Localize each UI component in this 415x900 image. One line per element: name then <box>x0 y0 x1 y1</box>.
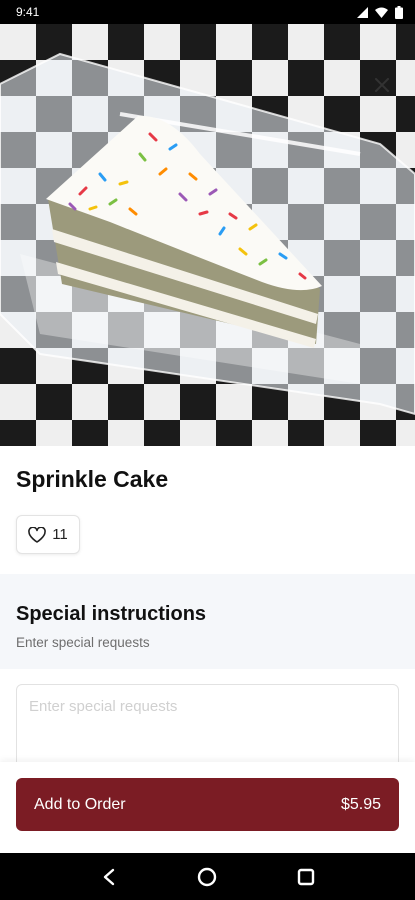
nav-recents-button[interactable] <box>286 857 326 897</box>
order-price: $5.95 <box>340 795 381 813</box>
wifi-icon <box>375 7 388 18</box>
nav-back-button[interactable] <box>89 857 129 897</box>
like-button[interactable]: 11 <box>16 515 80 554</box>
status-time: 9:41 <box>16 5 40 19</box>
special-instructions-subtitle: Enter special requests <box>16 635 150 650</box>
signal-icon <box>357 6 368 18</box>
battery-icon <box>395 5 403 19</box>
status-icons <box>357 5 403 19</box>
back-icon <box>103 868 115 885</box>
heart-icon <box>28 526 47 543</box>
nav-home-button[interactable] <box>187 857 227 897</box>
add-to-order-label: Add to Order <box>34 795 126 813</box>
recents-icon <box>297 868 315 885</box>
like-count: 11 <box>52 526 68 543</box>
home-icon <box>198 867 217 886</box>
add-to-order-button[interactable]: Add to Order $5.95 <box>16 778 399 831</box>
special-instructions-section: Special instructions Enter special reque… <box>0 574 415 669</box>
special-instructions-title: Special instructions <box>16 603 207 625</box>
item-photo <box>0 24 415 446</box>
item-title: Sprinkle Cake <box>16 466 169 492</box>
close-icon <box>375 78 389 92</box>
status-bar: 9:41 <box>0 0 415 24</box>
order-panel: Add to Order $5.95 <box>0 762 415 853</box>
close-button[interactable] <box>371 74 393 96</box>
system-nav-bar <box>0 853 415 900</box>
cake-slice-photo <box>0 52 415 416</box>
